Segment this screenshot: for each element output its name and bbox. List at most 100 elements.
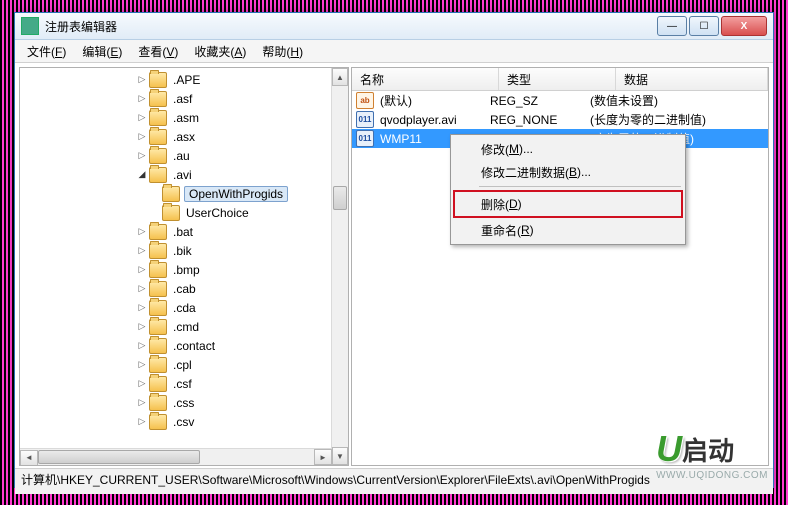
value-name: qvodplayer.avi [380, 113, 490, 127]
ctx-r[interactable]: 重命名(R) [453, 219, 683, 241]
tree-pane: ▷.APE▷.asf▷.asm▷.asx▷.au◢.aviOpenWithPro… [19, 67, 349, 466]
expand-icon[interactable]: ▷ [137, 265, 147, 275]
tree-node-label: .avi [171, 168, 194, 182]
tree-node-bmp[interactable]: ▷.bmp [20, 260, 332, 279]
tree-node-label: .cab [171, 282, 198, 296]
tree-node-asm[interactable]: ▷ .asm [20, 108, 332, 127]
tree-node-asx[interactable]: ▷ .asx [20, 127, 332, 146]
ctx-b[interactable]: 修改二进制数据(B)... [453, 161, 683, 183]
tree-node-label: UserChoice [184, 206, 251, 220]
expand-icon[interactable]: ▷ [137, 379, 147, 389]
minimize-button[interactable]: — [657, 16, 687, 36]
folder-icon [149, 243, 167, 259]
expand-icon[interactable]: ▷ [137, 151, 147, 161]
tree-node-label: .asx [171, 130, 197, 144]
value-row[interactable]: 011qvodplayer.aviREG_NONE(长度为零的二进制值) [352, 110, 768, 129]
scroll-down-button[interactable]: ▼ [332, 447, 348, 465]
expand-icon[interactable]: ▷ [137, 284, 147, 294]
menu-f[interactable]: 文件(F) [19, 41, 74, 62]
tree-node-label: .asm [171, 111, 201, 125]
folder-icon [149, 129, 167, 145]
tree-node-csf[interactable]: ▷ .csf [20, 374, 332, 393]
folder-icon [149, 414, 167, 430]
tree-node-asf[interactable]: ▷.asf [20, 89, 332, 108]
tree-scrollbar-v[interactable]: ▲ ▼ [331, 68, 348, 465]
tree-node-bat[interactable]: ▷.bat [20, 222, 332, 241]
folder-icon [149, 148, 167, 164]
regedit-window: 注册表编辑器 — ☐ X 文件(F)编辑(E)查看(V)收藏夹(A)帮助(H) … [14, 12, 774, 488]
tree-node-avi[interactable]: ◢ .avi [20, 165, 332, 184]
scroll-thumb-h[interactable] [38, 450, 200, 464]
tree-node-label: .cda [171, 301, 198, 315]
folder-icon [149, 224, 167, 240]
scroll-left-button[interactable]: ◄ [20, 450, 38, 466]
string-value-icon: ab [356, 92, 374, 109]
close-button[interactable]: X [721, 16, 767, 36]
expand-icon[interactable]: ▷ [137, 398, 147, 408]
tree-node-label: .csv [171, 415, 196, 429]
menu-e[interactable]: 编辑(E) [74, 41, 130, 62]
folder-icon [149, 357, 167, 373]
folder-icon [162, 186, 180, 202]
expand-icon[interactable]: ▷ [137, 75, 147, 85]
col-header-data[interactable]: 数据 [616, 68, 768, 90]
tree-node-label: .cmd [171, 320, 201, 334]
tree-node-APE[interactable]: ▷.APE [20, 70, 332, 89]
value-type: REG_NONE [490, 113, 590, 127]
tree-node-bik[interactable]: ▷ .bik [20, 241, 332, 260]
value-data: (长度为零的二进制值) [590, 111, 706, 128]
folder-icon [149, 72, 167, 88]
col-header-type[interactable]: 类型 [499, 68, 616, 90]
tree-node-label: .au [171, 149, 192, 163]
scroll-thumb-v[interactable] [333, 186, 347, 210]
tree-node-cda[interactable]: ▷ .cda [20, 298, 332, 317]
col-header-name[interactable]: 名称 [352, 68, 499, 90]
expand-icon[interactable]: ▷ [137, 94, 147, 104]
tree-node-UserChoice[interactable]: UserChoice [20, 203, 332, 222]
expand-icon[interactable]: ▷ [137, 322, 147, 332]
folder-icon [149, 262, 167, 278]
ctx-m[interactable]: 修改(M)... [453, 138, 683, 160]
menu-v[interactable]: 查看(V) [130, 41, 186, 62]
tree-node-contact[interactable]: ▷.contact [20, 336, 332, 355]
list-header[interactable]: 名称 类型 数据 [352, 68, 768, 91]
expand-icon [150, 189, 160, 199]
registry-tree[interactable]: ▷.APE▷.asf▷.asm▷.asx▷.au◢.aviOpenWithPro… [20, 68, 332, 449]
tree-node-cab[interactable]: ▷ .cab [20, 279, 332, 298]
tree-node-au[interactable]: ▷ .au [20, 146, 332, 165]
expand-icon [150, 208, 160, 218]
expand-icon[interactable]: ▷ [137, 246, 147, 256]
expand-icon[interactable]: ▷ [137, 132, 147, 142]
expand-icon[interactable]: ▷ [137, 341, 147, 351]
titlebar[interactable]: 注册表编辑器 — ☐ X [15, 13, 773, 40]
expand-icon[interactable]: ▷ [137, 417, 147, 427]
expand-icon[interactable]: ▷ [137, 113, 147, 123]
menu-h[interactable]: 帮助(H) [254, 41, 311, 62]
tree-node-label: .css [171, 396, 196, 410]
tree-node-OpenWithProgids[interactable]: OpenWithProgids [20, 184, 332, 203]
folder-icon [149, 395, 167, 411]
folder-icon [149, 300, 167, 316]
tree-node-label: .cpl [171, 358, 194, 372]
main-body: ▷.APE▷.asf▷.asm▷.asx▷.au◢.aviOpenWithPro… [15, 63, 773, 468]
folder-icon [149, 338, 167, 354]
tree-scrollbar-h[interactable]: ◄ ► [20, 448, 332, 465]
tree-node-cmd[interactable]: ▷ .cmd [20, 317, 332, 336]
expand-collapse-icon[interactable]: ◢ [137, 170, 147, 180]
expand-icon[interactable]: ▷ [137, 303, 147, 313]
scroll-right-button[interactable]: ► [314, 449, 332, 465]
scroll-up-button[interactable]: ▲ [332, 68, 348, 86]
tree-node-label: .csf [171, 377, 194, 391]
maximize-button[interactable]: ☐ [689, 16, 719, 36]
tree-node-csv[interactable]: ▷ .csv [20, 412, 332, 431]
tree-node-cpl[interactable]: ▷ .cpl [20, 355, 332, 374]
expand-icon[interactable]: ▷ [137, 360, 147, 370]
tree-node-label: .bik [171, 244, 194, 258]
expand-icon[interactable]: ▷ [137, 227, 147, 237]
tree-node-css[interactable]: ▷ .css [20, 393, 332, 412]
menu-separator [479, 186, 681, 187]
value-row[interactable]: ab(默认)REG_SZ(数值未设置) [352, 91, 768, 110]
folder-icon [149, 110, 167, 126]
menu-a[interactable]: 收藏夹(A) [186, 41, 254, 62]
ctx-d[interactable]: 删除(D) [453, 190, 683, 218]
